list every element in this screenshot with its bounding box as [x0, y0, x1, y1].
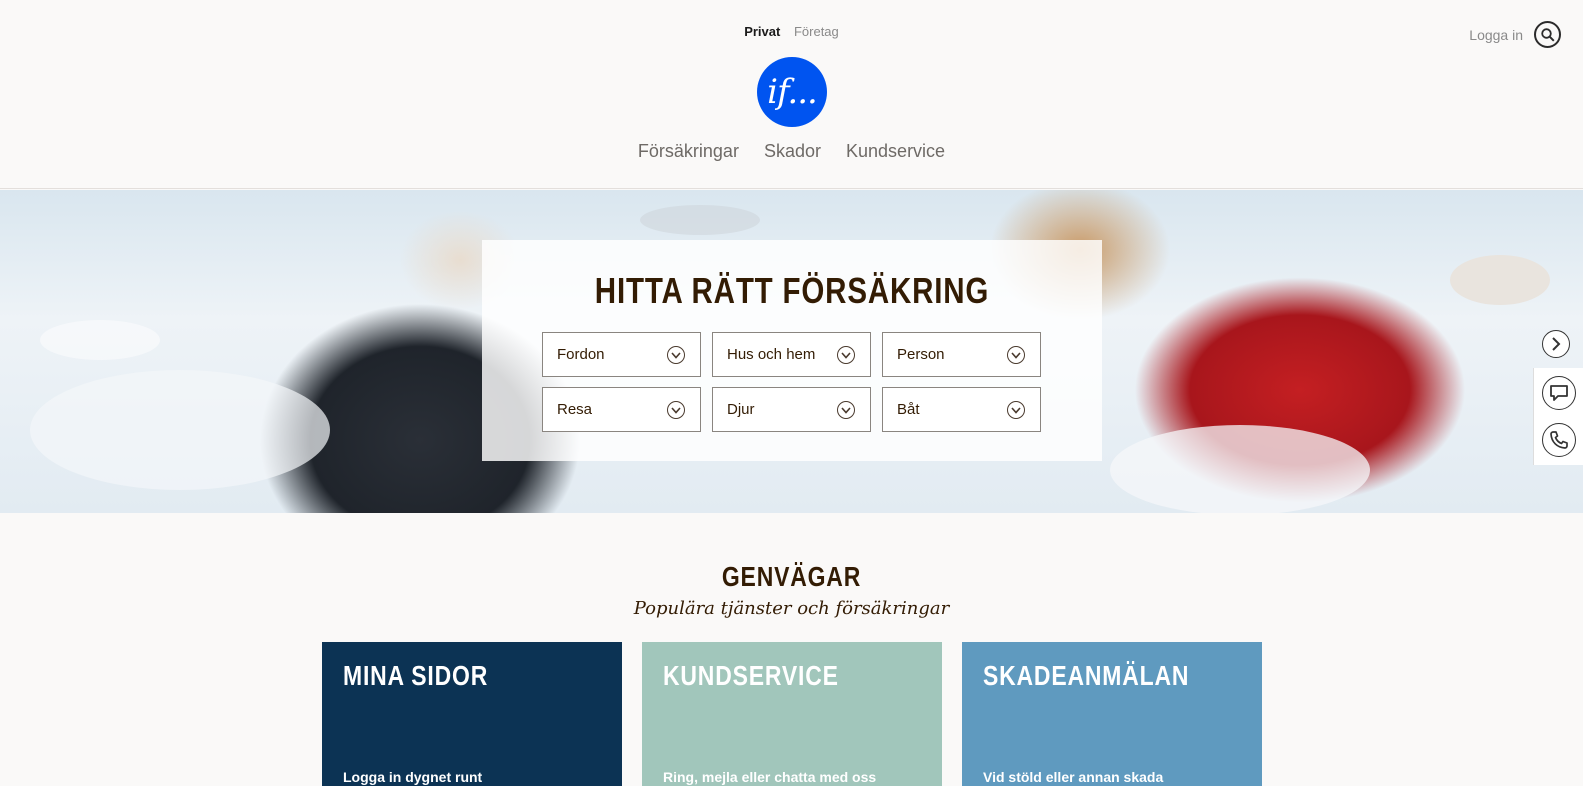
card-customer-service[interactable]: KUNDSERVICE Ring, mejla eller chatta med… [642, 642, 942, 786]
carousel-next-button[interactable] [1542, 330, 1570, 358]
phone-icon [1550, 431, 1568, 449]
hero-title: HITTA RÄTT FÖRSÄKRING [594, 270, 990, 311]
card-title: SKADEANMÄLAN [983, 660, 1190, 691]
chevron-down-icon [837, 346, 855, 364]
chat-icon [1550, 385, 1568, 401]
shortcuts-subtitle: Populära tjänster och försäkringar [633, 598, 950, 619]
chevron-down-icon [1007, 401, 1025, 419]
nav-customer-service[interactable]: Kundservice [846, 141, 945, 162]
nav-insurances[interactable]: Försäkringar [638, 141, 739, 162]
dropdown-label: Resa [557, 401, 593, 418]
dropdown-label: Person [897, 346, 945, 363]
card-text: Vid stöld eller annan skada [983, 769, 1164, 785]
main-nav: Försäkringar Skador Kundservice [0, 141, 1583, 162]
dropdown-pet[interactable]: Djur [712, 387, 871, 432]
nav-claims[interactable]: Skador [764, 141, 821, 162]
dropdown-person[interactable]: Person [882, 332, 1041, 377]
chat-button[interactable] [1542, 376, 1576, 410]
segment-private-link[interactable]: Privat [744, 24, 780, 39]
card-text: Logga in dygnet runt [343, 769, 483, 785]
site-header: Privat Företag if... Försäkringar Skador… [0, 0, 1583, 189]
chevron-down-icon [1007, 346, 1025, 364]
chevron-down-icon [667, 346, 685, 364]
card-claims[interactable]: SKADEANMÄLAN Vid stöld eller annan skada [962, 642, 1262, 786]
search-button[interactable] [1534, 21, 1561, 48]
segment-switch: Privat Företag [0, 24, 1583, 39]
dropdown-label: Hus och hem [727, 346, 816, 363]
if-logo[interactable]: if... [757, 57, 827, 127]
chevron-right-icon [1552, 337, 1561, 351]
contact-toolbar [1533, 368, 1583, 465]
dropdown-label: Fordon [557, 346, 605, 363]
shortcuts-title: GENVÄGAR [721, 561, 862, 592]
dropdown-home[interactable]: Hus och hem [712, 332, 871, 377]
chevron-down-icon [837, 401, 855, 419]
dropdown-label: Båt [897, 401, 920, 418]
segment-business-link[interactable]: Företag [794, 24, 839, 39]
dropdown-travel[interactable]: Resa [542, 387, 701, 432]
phone-button[interactable] [1542, 423, 1576, 457]
dropdown-label: Djur [727, 401, 755, 418]
card-title: KUNDSERVICE [663, 660, 839, 691]
card-my-pages[interactable]: MINA SIDOR Logga in dygnet runt [322, 642, 622, 786]
card-text: Ring, mejla eller chatta med oss [663, 769, 877, 785]
search-icon [1540, 27, 1555, 42]
hero-banner: HITTA RÄTT FÖRSÄKRING Fordon Hus och hem… [0, 190, 1583, 513]
card-title: MINA SIDOR [343, 660, 489, 691]
chevron-down-icon [667, 401, 685, 419]
login-link[interactable]: Logga in [1469, 27, 1523, 43]
dropdown-boat[interactable]: Båt [882, 387, 1041, 432]
dropdown-vehicle[interactable]: Fordon [542, 332, 701, 377]
insurance-finder-panel: HITTA RÄTT FÖRSÄKRING Fordon Hus och hem… [482, 240, 1102, 461]
